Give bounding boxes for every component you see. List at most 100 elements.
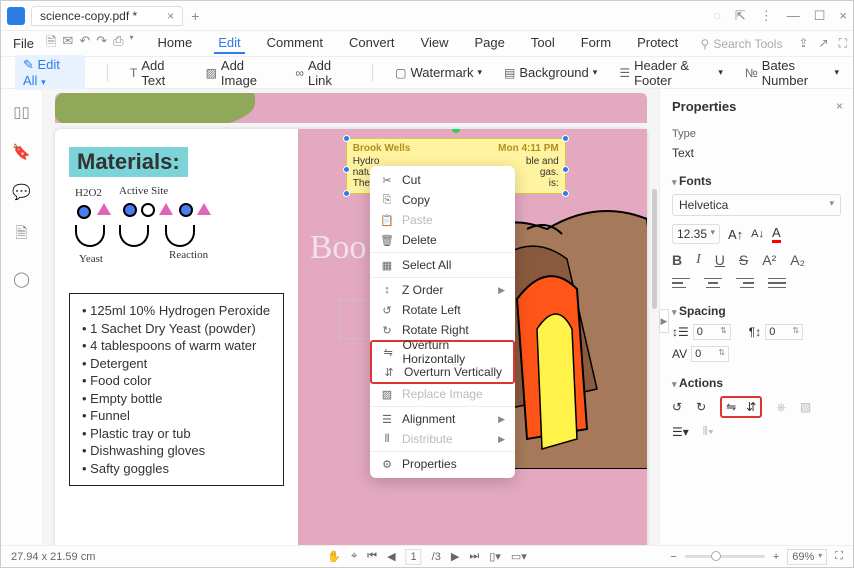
fit-page-icon[interactable]: ⛶ [835,550,843,563]
hand-tool-icon[interactable]: ✋ [327,550,341,563]
ctx-properties[interactable]: ⚙Properties [370,454,515,474]
select-tool-icon[interactable]: ⌖ [351,550,357,563]
ctx-alignment[interactable]: ☰Alignment▶ [370,409,515,429]
align-right-button[interactable] [736,276,754,290]
print-dropdown-icon[interactable]: ▾ [130,33,134,55]
comments-icon[interactable]: 💬 [12,183,31,201]
distribute-action[interactable]: ⫴▾ [703,424,714,439]
italic-button[interactable]: I [696,252,701,268]
font-size-input[interactable]: 12.35 ▾ [672,224,720,244]
ctx-z-order[interactable]: ↕Z Order▶ [370,280,515,300]
zoom-value[interactable]: 69%▾ [787,549,827,565]
subscript-button[interactable]: A₂ [790,252,805,268]
open-external-icon[interactable]: ↗ [819,36,829,51]
layout-icon[interactable]: ▭▾ [511,550,527,563]
close-panel-icon[interactable]: × [836,99,843,113]
expand-icon[interactable]: ⛶ [839,36,847,51]
add-tab-icon[interactable]: + [191,8,199,24]
background-button[interactable]: ▤Background▾ [504,65,597,80]
upload-icon[interactable]: ⇪ [798,36,808,51]
menu-convert[interactable]: Convert [345,33,399,54]
bold-button[interactable]: B [672,252,682,268]
redo-icon[interactable]: ↷ [96,33,107,55]
ctx-cut[interactable]: ✂Cut [370,170,515,190]
align-justify-button[interactable] [768,276,786,290]
undo-icon[interactable]: ↶ [79,33,90,55]
spacing-section[interactable]: Spacing [672,304,841,318]
save-icon[interactable]: 🗎 [46,33,56,55]
document-tab[interactable]: science-copy.pdf * × [31,6,183,26]
print-icon[interactable]: ⎙ [113,33,123,55]
align-center-button[interactable] [704,276,722,290]
strikethrough-button[interactable]: S [739,252,748,268]
ctx-overturn-horizontal[interactable]: ⇋Overturn Horizontally [372,342,513,362]
attachments-icon[interactable]: 🗎 [15,223,27,248]
line-spacing-input[interactable]: ↕☰0⇅ [672,324,731,340]
menu-home[interactable]: Home [154,33,197,54]
menu-protect[interactable]: Protect [633,33,682,54]
tab-close-icon[interactable]: × [167,9,174,23]
thumbnails-icon[interactable]: ▯▯ [13,103,30,121]
document-canvas[interactable]: W Materials: H2O2 Active Site Yeast Reac… [43,89,659,545]
add-text-button[interactable]: TAdd Text [130,58,184,88]
menu-tool[interactable]: Tool [527,33,559,54]
crop-action[interactable]: ⎈ [776,400,786,415]
share-icon[interactable]: ⇱ [735,8,746,24]
collapse-panel-icon[interactable]: ▶ [659,309,669,333]
search-tools[interactable]: ⚲ Search Tools [701,37,783,51]
last-page-icon[interactable]: ⏭ [469,550,479,563]
page-input[interactable]: 1 [406,549,422,565]
first-page-icon[interactable]: ⏮ [367,550,377,563]
zoom-in-icon[interactable]: + [773,551,779,563]
ctx-delete[interactable]: 🗑Delete [370,230,515,250]
ctx-rotate-right[interactable]: ↻Rotate Right [370,320,515,340]
bates-number-button[interactable]: №Bates Number▾ [745,58,839,88]
ctx-rotate-left[interactable]: ↺Rotate Left [370,300,515,320]
font-family-select[interactable]: Helvetica ▾ [672,194,841,216]
header-footer-button[interactable]: ☰Header & Footer▾ [619,58,723,88]
mail-icon[interactable]: ✉ [62,33,73,55]
menu-comment[interactable]: Comment [263,33,327,54]
watermark-button[interactable]: ▢Watermark▾ [395,65,482,80]
view-mode-icon[interactable]: ▯▾ [489,550,501,563]
char-spacing-input[interactable]: AV0⇅ [672,346,729,362]
maximize-icon[interactable]: ☐ [814,8,826,24]
menu-view[interactable]: View [417,33,453,54]
menu-edit[interactable]: Edit [214,33,244,54]
rotate-left-action[interactable]: ↺ [672,400,682,414]
increase-font-icon[interactable]: A↑ [728,227,743,242]
ctx-copy[interactable]: ⎘Copy [370,190,515,210]
ctx-overturn-vertical[interactable]: ⇵Overturn Vertically [372,362,513,382]
rotate-handle[interactable] [452,129,460,133]
ctx-select-all[interactable]: ▦Select All [370,255,515,275]
search-panel-icon[interactable]: ◯ [13,270,30,288]
edit-all-button[interactable]: ✎ Edit All ▾ [15,55,85,90]
flip-horizontal-action[interactable]: ⇋ [726,400,736,414]
cloud-icon[interactable]: ◌ [713,8,721,23]
extract-action[interactable]: ▧ [800,400,811,414]
add-link-button[interactable]: ∞Add Link [295,58,350,88]
para-spacing-input[interactable]: ¶↕0⇅ [749,324,803,340]
superscript-button[interactable]: A² [762,252,776,268]
flip-vertical-action[interactable]: ⇵ [746,400,756,414]
fonts-section[interactable]: Fonts [672,174,841,188]
menu-page[interactable]: Page [470,33,508,54]
scrollbar[interactable] [652,189,657,309]
align-left-button[interactable] [672,276,690,290]
close-window-icon[interactable]: × [839,8,847,23]
zoom-out-icon[interactable]: − [670,551,676,563]
prev-page-icon[interactable]: ◀ [387,550,395,563]
underline-button[interactable]: U [715,252,725,268]
add-image-button[interactable]: ▨Add Image [206,58,274,88]
kebab-menu-icon[interactable]: ⋮ [760,8,773,24]
decrease-font-icon[interactable]: A↓ [751,228,764,240]
zoom-slider[interactable] [685,555,765,558]
rotate-right-action[interactable]: ↻ [696,400,706,414]
bookmark-icon[interactable]: 🔖 [12,143,31,161]
font-color-icon[interactable]: A [772,225,781,243]
minimize-icon[interactable]: — [787,8,800,23]
actions-section[interactable]: Actions [672,376,841,390]
menu-file[interactable]: File [7,34,40,53]
align-action[interactable]: ☰▾ [672,425,689,439]
next-page-icon[interactable]: ▶ [451,550,459,563]
